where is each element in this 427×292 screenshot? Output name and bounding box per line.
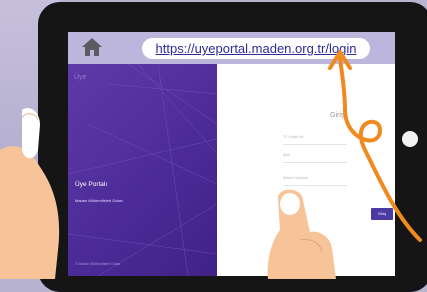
tablet-home-button[interactable] [402,131,418,147]
tablet-screen: https://uyeportal.maden.org.tr/login Üye… [68,32,395,276]
username-field[interactable]: TC Kimlik No [283,135,347,145]
login-title: Giriş [330,112,345,119]
decorative-lines [68,64,217,276]
browser-address-bar: https://uyeportal.maden.org.tr/login [68,32,395,64]
portal-subtitle: Maden Mühendisleri Odası [75,198,123,203]
url-field[interactable]: https://uyeportal.maden.org.tr/login [142,38,370,59]
forgot-password-link[interactable]: Şifremi Unuttum [283,176,347,186]
login-form-panel: Giriş TC Kimlik No Şifre Şifremi Unuttum… [217,64,395,276]
login-button[interactable]: Giriş [371,208,393,220]
url-text: https://uyeportal.maden.org.tr/login [155,41,357,56]
home-icon[interactable] [81,37,103,57]
left-footer: © Maden Mühendisleri Odası [75,262,121,266]
portal-brand: Üye [74,74,87,81]
password-field[interactable]: Şifre [283,153,347,163]
portal-left-panel: Üye Üye Portalı Maden Mühendisleri Odası… [68,64,217,276]
portal-title: Üye Portalı [75,181,108,188]
